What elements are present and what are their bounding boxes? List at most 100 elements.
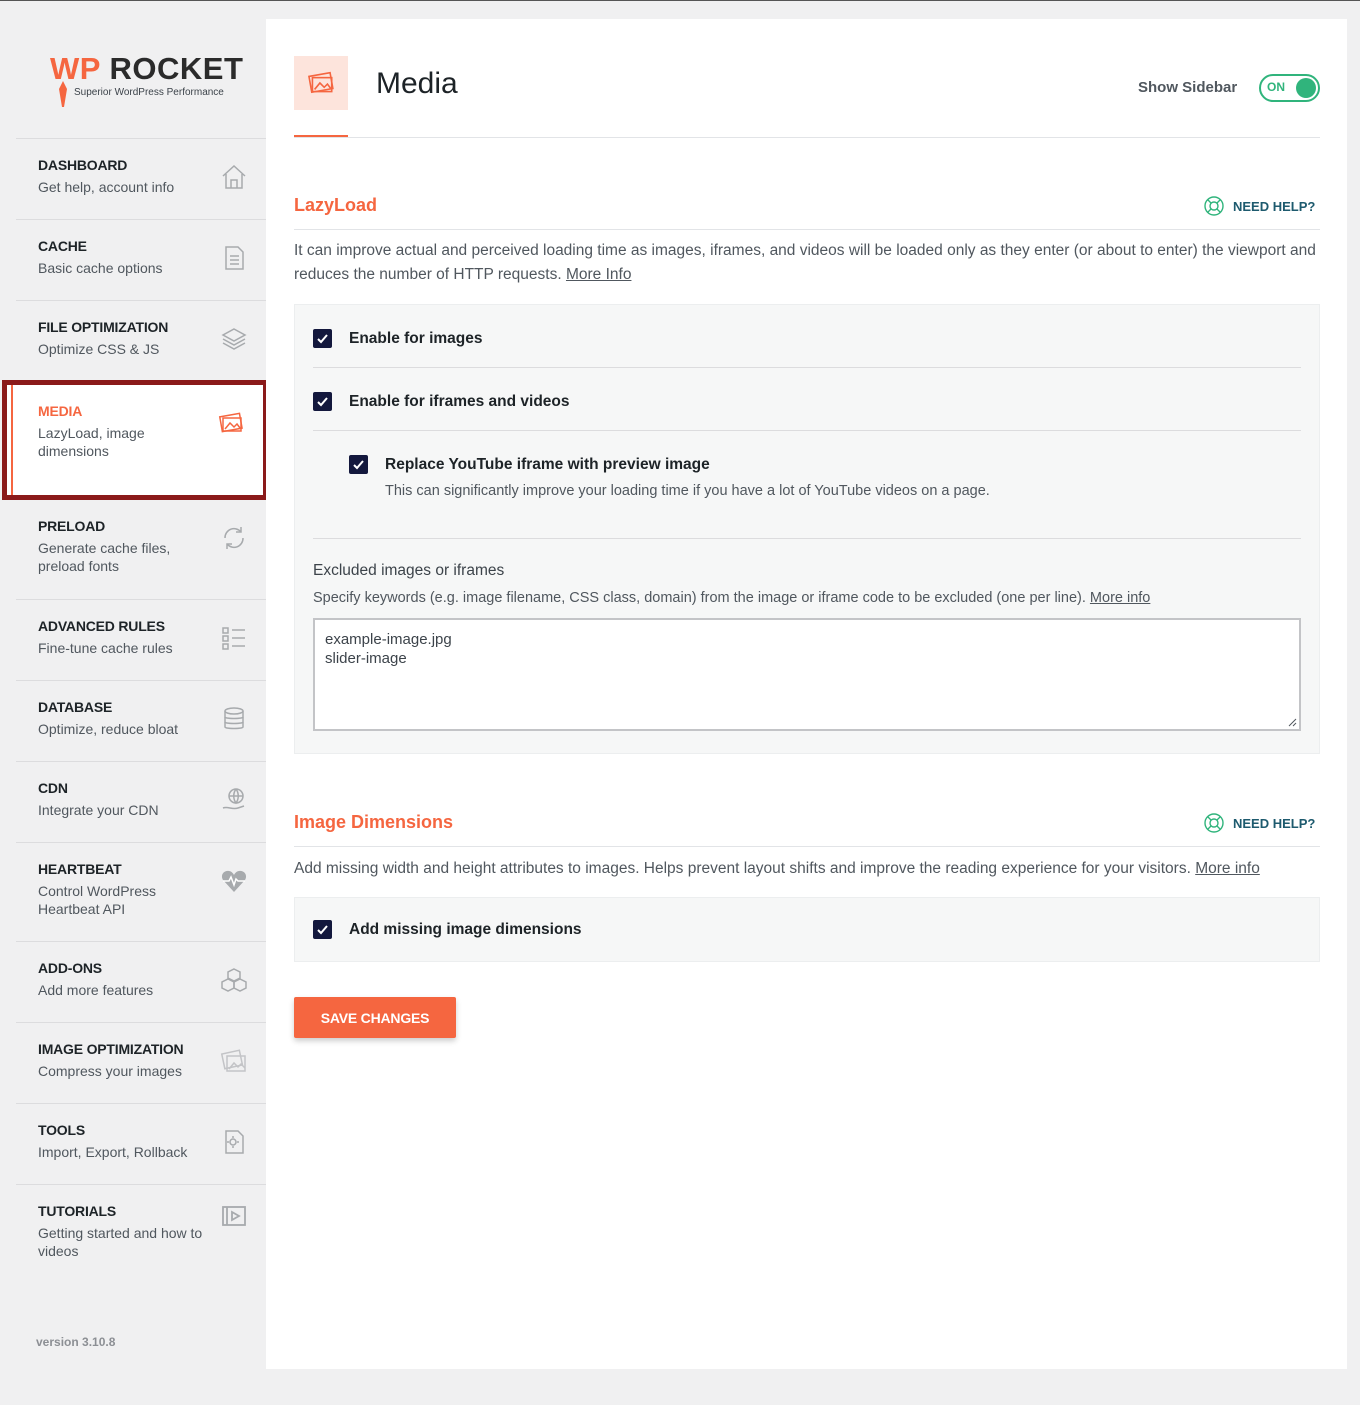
toggle-state-label: ON <box>1267 80 1285 94</box>
excluded-desc-text: Specify keywords (e.g. image filename, C… <box>313 590 1086 606</box>
add-dimensions-checkbox[interactable] <box>313 920 332 939</box>
enable-iframes-checkbox[interactable] <box>313 392 332 411</box>
sidebar-item-desc: Control WordPress Heartbeat API <box>38 883 157 917</box>
video-icon <box>222 1206 246 1226</box>
refresh-icon <box>224 527 244 549</box>
globe-hand-icon <box>222 788 245 810</box>
lazyload-desc-text: It can improve actual and perceived load… <box>294 242 1316 283</box>
sidebar-item-desc: Compress your images <box>38 1063 182 1079</box>
option-divider <box>313 430 1301 431</box>
show-sidebar-toggle[interactable]: ON <box>1259 74 1320 102</box>
need-help-label: NEED HELP? <box>1233 815 1316 831</box>
wp-rocket-logo[interactable]: WP ROCKET Superior WordPress Performance <box>48 51 248 111</box>
logo-subtitle: Superior WordPress Performance <box>74 87 224 98</box>
lazyload-need-help-button[interactable]: NEED HELP? <box>1203 195 1315 217</box>
option-divider <box>313 367 1301 368</box>
home-icon <box>222 164 246 189</box>
enable-images-checkbox[interactable] <box>313 329 332 348</box>
check-icon <box>317 925 328 935</box>
youtube-preview-option[interactable]: Replace YouTube iframe with preview imag… <box>349 455 710 474</box>
sidebar-item-media[interactable]: MEDIA LazyLoad, image dimensions <box>2 380 268 500</box>
sidebar-item-dashboard[interactable]: DASHBOARD Get help, account info <box>16 138 266 219</box>
version-label: version 3.10.8 <box>36 1335 116 1349</box>
excluded-textarea[interactable]: example-image.jpg slider-image <box>313 618 1301 731</box>
sidebar-item-tutorials[interactable]: TUTORIALS Getting started and how to vid… <box>16 1184 266 1304</box>
enable-iframes-option[interactable]: Enable for iframes and videos <box>313 392 570 411</box>
sidebar-item-database[interactable]: DATABASE Optimize, reduce bloat <box>16 680 266 761</box>
sidebar-item-desc: Optimize, reduce bloat <box>38 721 179 737</box>
dimensions-section-title: Image Dimensions <box>294 812 454 832</box>
enable-images-label: Enable for images <box>349 329 483 347</box>
lifebuoy-icon <box>1204 196 1224 216</box>
list-icon <box>222 627 245 650</box>
lifebuoy-icon <box>1204 813 1224 833</box>
check-icon <box>317 334 328 344</box>
sidebar-item-advanced-rules[interactable]: ADVANCED RULES Fine-tune cache rules <box>16 599 266 680</box>
sidebar-item-desc: Add more features <box>38 982 154 998</box>
resize-grip-icon[interactable] <box>1287 717 1297 727</box>
layers-icon <box>221 328 247 350</box>
enable-iframes-label: Enable for iframes and videos <box>349 392 570 410</box>
heartbeat-icon <box>221 870 247 892</box>
dimensions-need-help-button[interactable]: NEED HELP? <box>1203 812 1315 834</box>
lazyload-section-title: LazyLoad <box>294 195 378 215</box>
cubes-icon <box>221 968 247 992</box>
sidebar-item-add-ons[interactable]: ADD-ONS Add more features <box>16 941 266 1022</box>
check-icon <box>317 397 328 407</box>
sidebar-item-cdn[interactable]: CDN Integrate your CDN <box>16 761 266 842</box>
excluded-textarea-value: example-image.jpg slider-image <box>325 631 452 667</box>
rocket-flame-icon <box>59 81 67 107</box>
show-sidebar-label: Show Sidebar <box>1138 79 1238 96</box>
sidebar-item-file-optimization[interactable]: FILE OPTIMIZATION Optimize CSS & JS <box>16 300 266 381</box>
dimensions-divider <box>294 846 1320 847</box>
sidebar-item-desc: Generate cache files, preload fonts <box>38 540 171 574</box>
sidebar-item-cache[interactable]: CACHE Basic cache options <box>16 219 266 300</box>
option-divider <box>313 538 1301 539</box>
sidebar-item-desc: Optimize CSS & JS <box>38 341 160 357</box>
enable-images-option[interactable]: Enable for images <box>313 329 483 348</box>
youtube-preview-desc: This can significantly improve your load… <box>385 483 990 499</box>
sidebar-item-preload[interactable]: PRELOAD Generate cache files, preload fo… <box>16 500 266 599</box>
media-header-icon <box>294 56 348 110</box>
dimensions-options-panel: Add missing image dimensions <box>294 897 1320 962</box>
add-dimensions-label: Add missing image dimensions <box>349 920 582 938</box>
page-title: Media <box>376 67 458 100</box>
sidebar-item-desc: Fine-tune cache rules <box>38 640 173 656</box>
sidebar-item-desc: LazyLoad, image dimensions <box>38 425 145 459</box>
sidebar-item-desc: Get help, account info <box>38 179 175 195</box>
add-dimensions-option[interactable]: Add missing image dimensions <box>313 920 582 939</box>
file-icon <box>225 246 244 270</box>
sidebar-item-tools[interactable]: TOOLS Import, Export, Rollback <box>16 1103 266 1184</box>
sidebar-item-heartbeat[interactable]: HEARTBEAT Control WordPress Heartbeat AP… <box>16 842 266 941</box>
dimensions-desc-text: Add missing width and height attributes … <box>294 860 1191 877</box>
sidebar-item-desc: Getting started and how to videos <box>38 1225 203 1259</box>
sidebar-nav: DASHBOARD Get help, account info CACHE B… <box>2 138 268 1304</box>
header-divider <box>294 137 1320 138</box>
images-icon <box>218 412 243 433</box>
youtube-preview-checkbox[interactable] <box>349 455 368 474</box>
gear-file-icon <box>225 1130 244 1154</box>
main-content: Media Show Sidebar ON LazyLoad NEED HELP… <box>266 19 1347 1369</box>
excluded-label: Excluded images or iframes <box>313 562 505 579</box>
sidebar: WP ROCKET Superior WordPress Performance… <box>0 1 268 1405</box>
excluded-more-info-link[interactable]: More info <box>1090 590 1150 606</box>
sidebar-item-desc: Basic cache options <box>38 260 163 276</box>
excluded-description: Specify keywords (e.g. image filename, C… <box>313 590 1150 606</box>
database-icon <box>224 707 244 730</box>
youtube-preview-label: Replace YouTube iframe with preview imag… <box>385 455 710 473</box>
dimensions-more-info-link[interactable]: More info <box>1195 860 1260 877</box>
lazyload-description: It can improve actual and perceived load… <box>294 239 1320 287</box>
lazyload-options-panel: Enable for images Enable for iframes and… <box>294 304 1320 754</box>
need-help-label: NEED HELP? <box>1233 198 1316 214</box>
images-icon <box>308 71 334 94</box>
dimensions-description: Add missing width and height attributes … <box>294 857 1320 881</box>
sidebar-item-image-optimization[interactable]: IMAGE OPTIMIZATION Compress your images <box>16 1022 266 1103</box>
image-optimize-icon <box>220 1049 246 1072</box>
lazyload-divider <box>294 229 1320 230</box>
check-icon <box>353 460 364 470</box>
sidebar-item-desc: Integrate your CDN <box>38 802 159 818</box>
save-changes-button[interactable]: SAVE CHANGES <box>294 997 456 1038</box>
lazyload-more-info-link[interactable]: More Info <box>566 266 631 283</box>
toggle-knob <box>1296 78 1316 98</box>
sidebar-item-desc: Import, Export, Rollback <box>38 1144 188 1160</box>
